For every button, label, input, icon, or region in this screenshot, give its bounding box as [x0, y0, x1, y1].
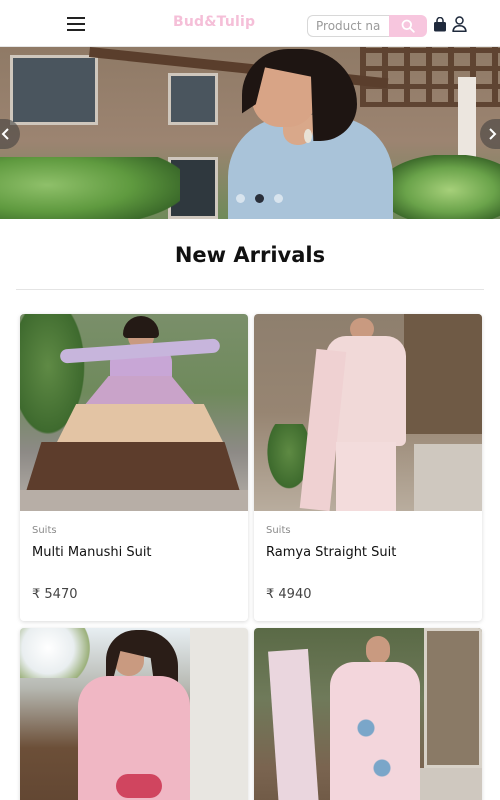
suit-print [354, 708, 394, 800]
product-image[interactable] [20, 628, 248, 800]
product-price: ₹ 4940 [266, 587, 312, 602]
background-lattice [360, 47, 500, 107]
brand-logo[interactable]: Bud&Tulip [173, 14, 255, 30]
product-card[interactable]: Suits Multi Manushi Suit ₹ 5470 [20, 314, 248, 621]
product-image[interactable] [254, 314, 482, 511]
product-category: Suits [32, 525, 57, 536]
product-image[interactable] [20, 314, 248, 511]
shopping-bag-icon[interactable] [433, 17, 447, 32]
chevron-left-icon [1, 128, 9, 140]
background-steps [414, 444, 482, 511]
search-bar [307, 15, 427, 37]
model-hair [123, 316, 159, 338]
carousel-indicator-2[interactable] [255, 194, 264, 203]
product-category: Suits [266, 525, 291, 536]
product-card[interactable]: Suits Ramya Straight Suit ₹ 4940 [254, 314, 482, 621]
user-icon[interactable] [452, 16, 467, 32]
product-card[interactable] [20, 628, 248, 800]
top-navbar: Bud&Tulip [0, 0, 500, 47]
product-image[interactable] [254, 628, 482, 800]
dupatta [268, 648, 320, 800]
product-price: ₹ 5470 [32, 587, 78, 602]
carousel-indicator-3[interactable] [274, 194, 283, 203]
product-name[interactable]: Ramya Straight Suit [266, 545, 396, 560]
background-door [404, 314, 482, 434]
background-plants [0, 157, 180, 219]
section-divider [16, 289, 484, 290]
chevron-right-icon [489, 128, 497, 140]
background-window [10, 55, 98, 125]
ground [20, 490, 248, 511]
search-input[interactable] [307, 15, 389, 37]
search-button[interactable] [389, 15, 427, 37]
hamburger-menu-icon[interactable] [67, 17, 85, 32]
carousel-indicator-1[interactable] [236, 194, 245, 203]
background-plants [380, 155, 500, 219]
model-face [366, 636, 390, 664]
product-name[interactable]: Multi Manushi Suit [32, 545, 152, 560]
hero-carousel[interactable] [0, 47, 500, 219]
product-card[interactable] [254, 628, 482, 800]
background-wall [190, 628, 248, 800]
background-window [168, 73, 218, 125]
model-earring [304, 129, 312, 143]
suit-tier-beige [56, 404, 224, 444]
section-title: New Arrivals [174, 243, 326, 267]
flower-bowl [116, 774, 162, 798]
search-icon [401, 19, 415, 33]
background-window [424, 628, 482, 768]
background-flowers [20, 628, 90, 678]
suit-tier-lilac [84, 376, 196, 406]
suit-pants [336, 442, 396, 511]
